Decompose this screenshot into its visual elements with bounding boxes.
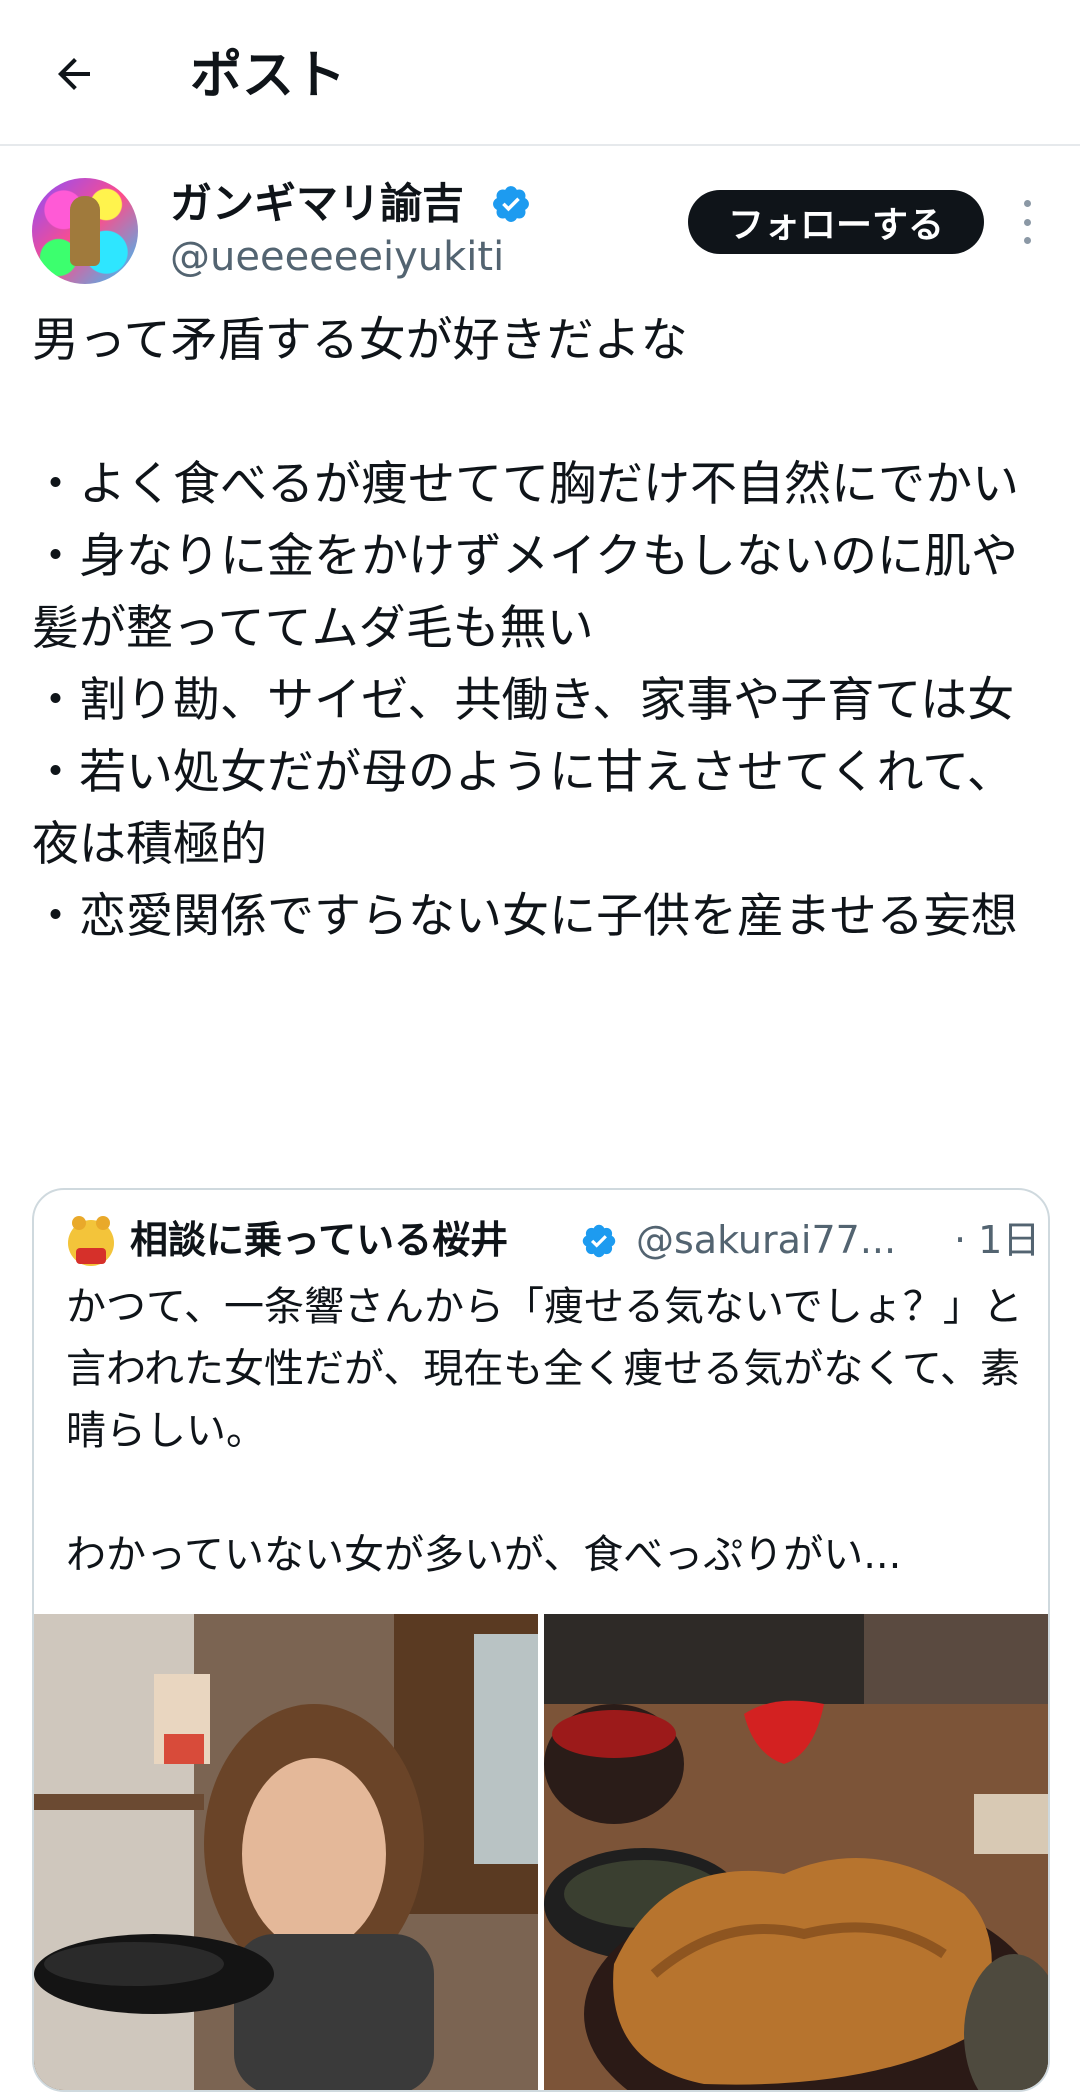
- follow-button[interactable]: フォローする: [688, 190, 984, 254]
- photo-placeholder: [544, 1614, 1048, 2090]
- avatar-shirt: [76, 1248, 106, 1264]
- quoted-tweet-text: かつて、一条響さんから「痩せる気ないでしょ？」と言われた女性だが、現在も全く痩せ…: [66, 1284, 1023, 1578]
- author-avatar[interactable]: [32, 178, 138, 284]
- author-handle[interactable]: @ueeeeeeiyukiti: [170, 232, 504, 282]
- verified-badge-icon: [582, 1224, 616, 1258]
- quoted-author-name: 相談に乗っている桜井: [130, 1218, 509, 1262]
- back-button[interactable]: [46, 46, 102, 102]
- avatar-figure: [70, 196, 100, 266]
- quoted-tweet[interactable]: 相談に乗っている桜井 @sakurai77... · 1日 かつて、一条響さんか…: [32, 1188, 1050, 2092]
- quoted-author-handle: @sakurai77...: [636, 1218, 897, 1262]
- page-title: ポスト: [190, 46, 347, 106]
- more-vertical-icon-dot: [1023, 237, 1031, 244]
- arrow-left-icon: [58, 58, 90, 90]
- media-photo-woman-eating[interactable]: [34, 1614, 538, 2090]
- quoted-author-avatar[interactable]: [68, 1216, 114, 1266]
- top-bar: ポスト: [0, 0, 1080, 146]
- photo-placeholder: [34, 1614, 538, 2090]
- more-vertical-icon: [1023, 200, 1031, 207]
- author-display-name[interactable]: ガンギマリ諭吉: [170, 176, 464, 232]
- verified-badge-icon: [493, 186, 529, 222]
- more-options-button[interactable]: [1012, 200, 1042, 244]
- quoted-timestamp: · 1日: [954, 1218, 1041, 1262]
- quoted-media-grid: [34, 1614, 1048, 2090]
- more-vertical-icon-dot: [1023, 218, 1031, 226]
- media-photo-katsudon[interactable]: [544, 1614, 1048, 2090]
- tweet-text: 男って矛盾する女が好きだよな ・よく食べるが痩せてて胸だけ不自然にでかい ・身な…: [32, 313, 1019, 944]
